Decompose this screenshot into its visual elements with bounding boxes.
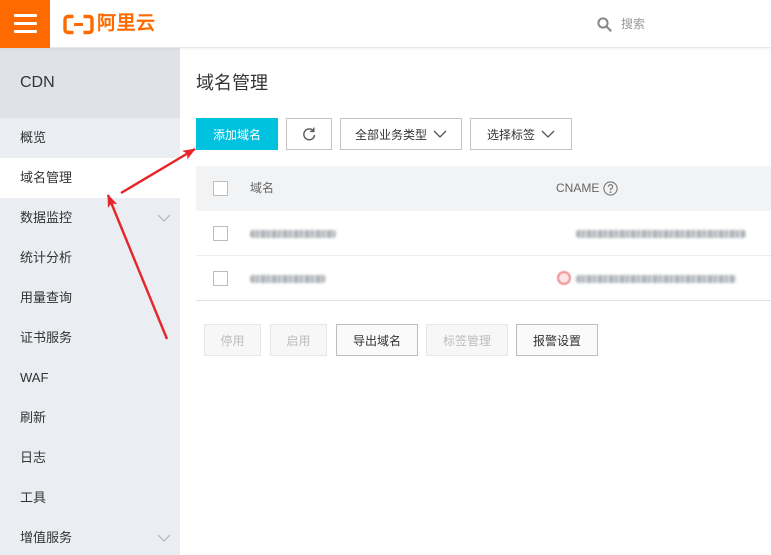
top-bar: 阿里云	[0, 0, 771, 48]
sidebar-item-domain-management[interactable]: 域名管理	[0, 158, 180, 198]
chevron-down-icon	[541, 130, 555, 138]
sidebar-item-usage-query[interactable]: 用量查询	[0, 278, 180, 318]
sidebar-item-label: 概览	[20, 130, 47, 145]
tag-management-button-label: 标签管理	[442, 333, 491, 348]
select-all-checkbox[interactable]	[213, 181, 228, 196]
business-type-dropdown[interactable]: 全部业务类型	[340, 118, 462, 150]
logo-text: 阿里云	[97, 13, 156, 34]
sidebar-item-label: 刷新	[20, 410, 47, 425]
domain-table: 域名 CNAME	[196, 166, 771, 301]
sidebar-item-label: WAF	[20, 370, 49, 385]
search-icon[interactable]	[597, 16, 612, 32]
add-domain-button[interactable]: 添加域名	[196, 118, 278, 150]
column-header-domain: 域名	[250, 166, 274, 211]
alarm-settings-button[interactable]: 报警设置	[516, 324, 598, 356]
sidebar-item-tools[interactable]: 工具	[0, 478, 180, 518]
tag-select-dropdown-label: 选择标签	[486, 127, 535, 142]
sidebar-item-label: 统计分析	[20, 250, 73, 265]
enable-button-label: 启用	[286, 333, 311, 348]
cname-cell-redacted	[576, 230, 746, 238]
export-domains-button[interactable]: 导出域名	[336, 324, 418, 356]
chevron-down-icon	[433, 130, 447, 138]
search-input[interactable]	[621, 13, 761, 35]
sidebar-item-overview[interactable]: 概览	[0, 118, 180, 158]
sidebar-item-label: 域名管理	[20, 170, 73, 185]
sidebar-item-statistics[interactable]: 统计分析	[0, 238, 180, 278]
menu-icon-bar	[14, 14, 37, 17]
domain-cell-redacted	[250, 230, 336, 238]
column-header-cname: CNAME	[556, 166, 618, 211]
table-row	[196, 211, 771, 256]
disable-button-label: 停用	[220, 333, 245, 348]
column-header-label: CNAME	[556, 181, 600, 195]
tag-management-button[interactable]: 标签管理	[426, 324, 508, 356]
enable-button[interactable]: 启用	[270, 324, 327, 356]
add-domain-button-label: 添加域名	[212, 127, 261, 142]
sidebar-item-label: 增值服务	[20, 530, 73, 545]
sidebar-item-value-added-services[interactable]: 增值服务	[0, 518, 180, 555]
export-domains-button-label: 导出域名	[352, 333, 401, 348]
table-header: 域名 CNAME	[196, 166, 771, 211]
product-title: CDN	[0, 48, 180, 118]
row-checkbox[interactable]	[213, 226, 228, 241]
global-search	[597, 12, 765, 36]
sidebar-item-certificate-service[interactable]: 证书服务	[0, 318, 180, 358]
sidebar-item-label: 工具	[20, 490, 47, 505]
refresh-icon	[303, 127, 316, 141]
sidebar-item-data-monitoring[interactable]: 数据监控	[0, 198, 180, 238]
question-circle-icon[interactable]	[603, 181, 618, 196]
tag-select-dropdown[interactable]: 选择标签	[470, 118, 572, 150]
sidebar-item-label: 用量查询	[20, 290, 73, 305]
sidebar-item-waf[interactable]: WAF	[0, 358, 180, 398]
column-header-label: 域名	[250, 181, 275, 195]
page-title: 域名管理	[196, 73, 268, 93]
main-content: 域名管理 添加域名 全部业务类型 选择标签 域名 CNAME 停用 启用 导出域…	[180, 48, 771, 555]
status-circle-icon	[557, 271, 571, 285]
chevron-down-icon	[157, 534, 171, 542]
domain-cell-redacted	[250, 275, 326, 283]
sidebar-item-label: 日志	[20, 450, 47, 465]
row-checkbox[interactable]	[213, 271, 228, 286]
sidebar: CDN 概览 域名管理 数据监控 统计分析 用量查询 证书服务 WAF 刷新 日…	[0, 48, 180, 555]
menu-icon-bar	[14, 30, 37, 33]
disable-button[interactable]: 停用	[204, 324, 261, 356]
alibaba-cloud-logo-icon	[63, 14, 94, 34]
table-row	[196, 256, 771, 301]
cname-cell-redacted	[576, 275, 736, 283]
alarm-settings-button-label: 报警设置	[532, 333, 581, 348]
sidebar-item-logs[interactable]: 日志	[0, 438, 180, 478]
chevron-down-icon	[157, 214, 171, 222]
sidebar-item-refresh[interactable]: 刷新	[0, 398, 180, 438]
brand-logo[interactable]: 阿里云	[63, 11, 156, 37]
menu-button[interactable]	[0, 0, 50, 48]
sidebar-item-label: 证书服务	[20, 330, 73, 345]
business-type-dropdown-label: 全部业务类型	[354, 127, 427, 142]
sidebar-item-label: 数据监控	[20, 210, 73, 225]
refresh-button[interactable]	[286, 118, 332, 150]
menu-icon-bar	[14, 22, 37, 25]
